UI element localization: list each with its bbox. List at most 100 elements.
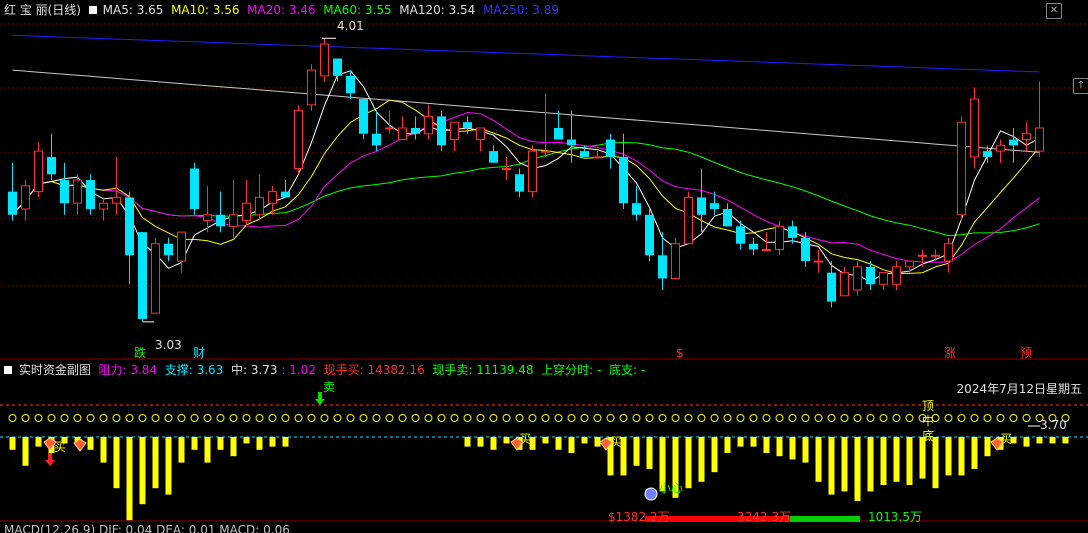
flow-circle — [1022, 414, 1031, 422]
event-yu[interactable]: 预 — [1020, 346, 1032, 360]
mid-label: 中: — [230, 363, 247, 377]
candle-body — [489, 151, 498, 163]
flow-bar — [971, 437, 978, 469]
candle-body — [541, 150, 550, 153]
flow-bar — [906, 437, 913, 485]
flow-circle — [164, 414, 173, 422]
candle-body — [801, 237, 810, 262]
candle-body — [918, 254, 927, 257]
candle-body — [762, 249, 771, 252]
flow-bar — [698, 437, 705, 482]
candle-body — [177, 231, 186, 262]
flow-circle — [359, 414, 368, 422]
flow-circle — [320, 414, 329, 422]
candle-body — [632, 203, 641, 215]
candle-body — [372, 133, 381, 146]
cross-label: 上穿分时: - — [541, 363, 602, 377]
flow-circle — [697, 414, 706, 422]
candle-body — [827, 272, 836, 302]
candle-body — [502, 167, 511, 170]
candle-body — [1009, 139, 1018, 146]
flow-circle — [60, 414, 69, 422]
event-dollar[interactable]: $ — [676, 346, 684, 360]
flow-bar — [230, 437, 237, 457]
candle-body — [86, 180, 95, 209]
candle-body — [1035, 127, 1044, 152]
candle-body — [645, 214, 654, 256]
flow-circle — [905, 414, 914, 422]
candle-body — [99, 202, 108, 210]
flow-bar — [126, 437, 133, 521]
date-label: 2024年7月12日星期五 — [956, 382, 1082, 396]
flow-circle — [593, 414, 602, 422]
flow-bar — [464, 437, 471, 447]
candle-body — [658, 255, 667, 279]
candle-body — [138, 232, 147, 319]
flow-bar — [152, 437, 159, 489]
candle-body — [255, 196, 264, 216]
flow-circle — [957, 414, 966, 422]
flow-circle — [463, 414, 472, 422]
flow-bar — [100, 437, 107, 463]
candle-body — [723, 208, 732, 227]
ma5-label: MA5: 3.65 — [102, 3, 164, 17]
flow-bar — [711, 437, 718, 473]
flow-bar — [555, 437, 562, 450]
flow-bar — [776, 437, 783, 457]
flow-bar — [633, 437, 640, 466]
flow-circle — [281, 414, 290, 422]
flow-bar — [165, 437, 172, 495]
candle-body — [905, 260, 914, 268]
candle-body — [385, 127, 394, 130]
candle-body — [307, 69, 316, 106]
resist-value: 3.84 — [130, 363, 158, 377]
flow-circle — [502, 414, 511, 422]
candle-body — [1022, 133, 1031, 141]
stock-title: 红 宝 丽(日线) — [4, 3, 81, 17]
flow-circle — [294, 414, 303, 422]
candle-body — [788, 226, 797, 238]
flow-bar — [269, 437, 276, 447]
event-die[interactable]: 跌 — [134, 346, 146, 360]
up-arrow-icon[interactable]: ↑ — [1073, 78, 1088, 94]
flow-circle — [268, 414, 277, 422]
flow-circle — [47, 414, 56, 422]
candle-body — [450, 121, 459, 141]
flow-bar — [1023, 437, 1030, 447]
event-cai[interactable]: 财 — [193, 346, 205, 360]
candle-body — [775, 225, 784, 251]
flow-bar — [750, 437, 757, 447]
sell-label: 现手卖: — [432, 363, 473, 377]
candle-body — [281, 191, 290, 198]
buy-signal-3: 买 — [610, 435, 623, 449]
flow-circle — [86, 414, 95, 422]
ma120-label: MA120: 3.54 — [399, 3, 476, 17]
buy-signal-1: 买 — [54, 440, 67, 454]
sad-face-icon — [644, 487, 658, 501]
flow-circle — [307, 414, 316, 422]
candle-body — [125, 197, 134, 256]
candle-body — [944, 243, 953, 262]
bottom-support-label: 底支: - — [609, 363, 646, 377]
flow-bar — [191, 437, 198, 450]
close-icon[interactable]: ✕ — [1046, 3, 1062, 19]
event-zhang[interactable]: 涨 — [944, 346, 956, 360]
flow-circle — [99, 414, 108, 422]
flow-circle — [450, 414, 459, 422]
ma20-label: MA20: 3.46 — [247, 3, 316, 17]
flow-bar — [685, 437, 692, 489]
sell-signal-label: 卖 — [323, 380, 336, 394]
flow-bar — [243, 437, 250, 444]
flow-bar — [646, 437, 653, 469]
candle-body — [268, 191, 277, 204]
candle-body — [424, 115, 433, 135]
flow-circle — [814, 414, 823, 422]
green-energy-bar — [790, 516, 860, 522]
flow-circle — [177, 414, 186, 422]
flow-circle — [333, 414, 342, 422]
low-price-label: 3.03 — [155, 338, 182, 352]
candlestick-chart — [0, 23, 1088, 522]
flow-circle — [437, 414, 446, 422]
candle-body — [996, 144, 1005, 152]
flow-bar — [113, 437, 120, 489]
